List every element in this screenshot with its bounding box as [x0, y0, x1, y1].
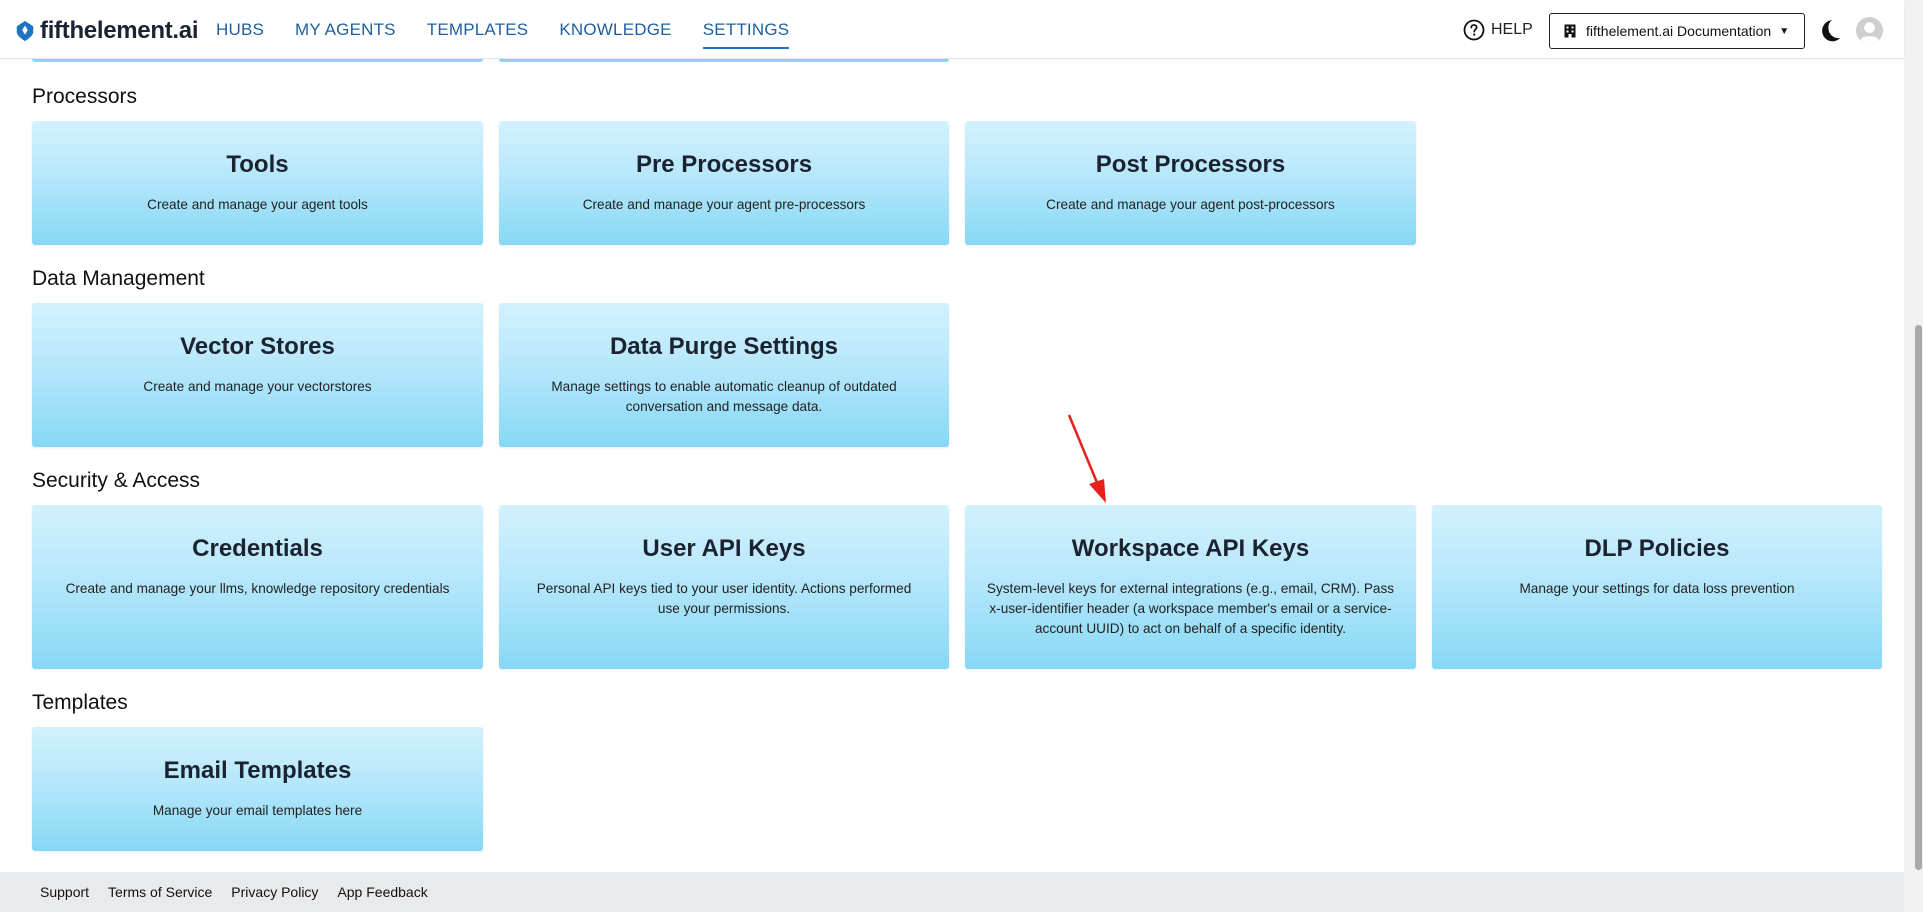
brand-name: fifthelement.ai [40, 17, 199, 44]
card-dlp-policies[interactable]: DLP Policies Manage your settings for da… [1432, 505, 1882, 669]
card-title: Workspace API Keys [1071, 535, 1310, 562]
section-title-security-access: Security & Access [32, 469, 201, 492]
fifthelement-logo-icon [16, 20, 34, 42]
top-header: fifthelement.ai HUBS MY AGENTS TEMPLATES… [0, 0, 1904, 59]
card-description: Create and manage your agent post-proces… [1046, 197, 1335, 212]
card-vector-stores[interactable]: Vector Stores Create and manage your vec… [32, 303, 483, 447]
card-title: DLP Policies [1584, 535, 1730, 562]
card-title: Email Templates [163, 757, 352, 784]
workspace-select[interactable]: fifthelement.ai Documentation ▼ [1549, 13, 1805, 49]
main-nav: HUBS MY AGENTS TEMPLATES KNOWLEDGE SETTI… [216, 20, 790, 49]
card-data-purge-settings[interactable]: Data Purge Settings Manage settings to e… [499, 303, 949, 447]
section-title-data-management: Data Management [32, 267, 205, 290]
scrollbar-thumb[interactable] [1915, 325, 1922, 870]
building-icon [1564, 24, 1576, 38]
footer-link-feedback[interactable]: App Feedback [337, 884, 427, 900]
card-workspace-api-keys[interactable]: Workspace API Keys System-level keys for… [965, 505, 1416, 669]
brand-logo[interactable]: fifthelement.ai [14, 16, 199, 46]
nav-knowledge[interactable]: KNOWLEDGE [559, 20, 671, 49]
card-title: Pre Processors [635, 151, 813, 178]
card-description: Create and manage your agent tools [147, 197, 368, 212]
card-description: Manage your settings for data loss preve… [1519, 581, 1795, 596]
footer: Support Terms of Service Privacy Policy … [0, 872, 1904, 912]
moon-icon[interactable] [1814, 17, 1842, 45]
card-email-templates[interactable]: Email Templates Manage your email templa… [32, 727, 483, 851]
card-pre-processors[interactable]: Pre Processors Create and manage your ag… [499, 121, 949, 245]
card-title: Vector Stores [180, 333, 335, 360]
help-label: HELP [1491, 21, 1533, 38]
card-title: Credentials [192, 535, 323, 562]
card-description: Create and manage your llms, knowledge r… [65, 581, 450, 596]
chevron-down-icon: ▼ [1779, 25, 1790, 37]
card-credentials[interactable]: Credentials Create and manage your llms,… [32, 505, 483, 669]
card-description: Create and manage your vectorstores [143, 379, 372, 394]
footer-link-support[interactable]: Support [40, 884, 89, 900]
nav-my-agents[interactable]: MY AGENTS [295, 20, 396, 49]
card-user-api-keys[interactable]: User API Keys Personal API keys tied to … [499, 505, 949, 669]
nav-hubs[interactable]: HUBS [216, 20, 264, 49]
footer-link-privacy[interactable]: Privacy Policy [231, 884, 318, 900]
section-title-processors: Processors [32, 85, 138, 108]
nav-templates[interactable]: TEMPLATES [427, 20, 529, 49]
card-description: Manage settings to enable automatic clea… [551, 379, 897, 414]
card-description: System-level keys for external integrati… [986, 581, 1395, 636]
card-title: Post Processors [1095, 151, 1286, 178]
card-post-processors[interactable]: Post Processors Create and manage your a… [965, 121, 1416, 245]
card-description: Create and manage your agent pre-process… [582, 197, 866, 212]
annotation-arrow-icon [1067, 414, 1106, 503]
help-button[interactable]: HELP [1463, 19, 1533, 41]
card-description: Personal API keys tied to your user iden… [536, 581, 912, 616]
card-title: Data Purge Settings [609, 333, 839, 360]
card-title: User API Keys [642, 535, 806, 562]
footer-link-terms[interactable]: Terms of Service [108, 884, 212, 900]
card-title: Tools [226, 151, 289, 178]
avatar-icon[interactable] [1855, 16, 1884, 45]
workspace-select-value: fifthelement.ai Documentation [1586, 23, 1772, 39]
card-tools[interactable]: Tools Create and manage your agent tools [32, 121, 483, 245]
section-title-templates: Templates [32, 691, 128, 714]
card-description: Manage your email templates here [152, 803, 363, 818]
settings-page: fifthelement.ai HUBS MY AGENTS TEMPLATES… [0, 0, 1923, 912]
help-circle-icon [1463, 19, 1485, 41]
nav-settings[interactable]: SETTINGS [702, 20, 790, 49]
